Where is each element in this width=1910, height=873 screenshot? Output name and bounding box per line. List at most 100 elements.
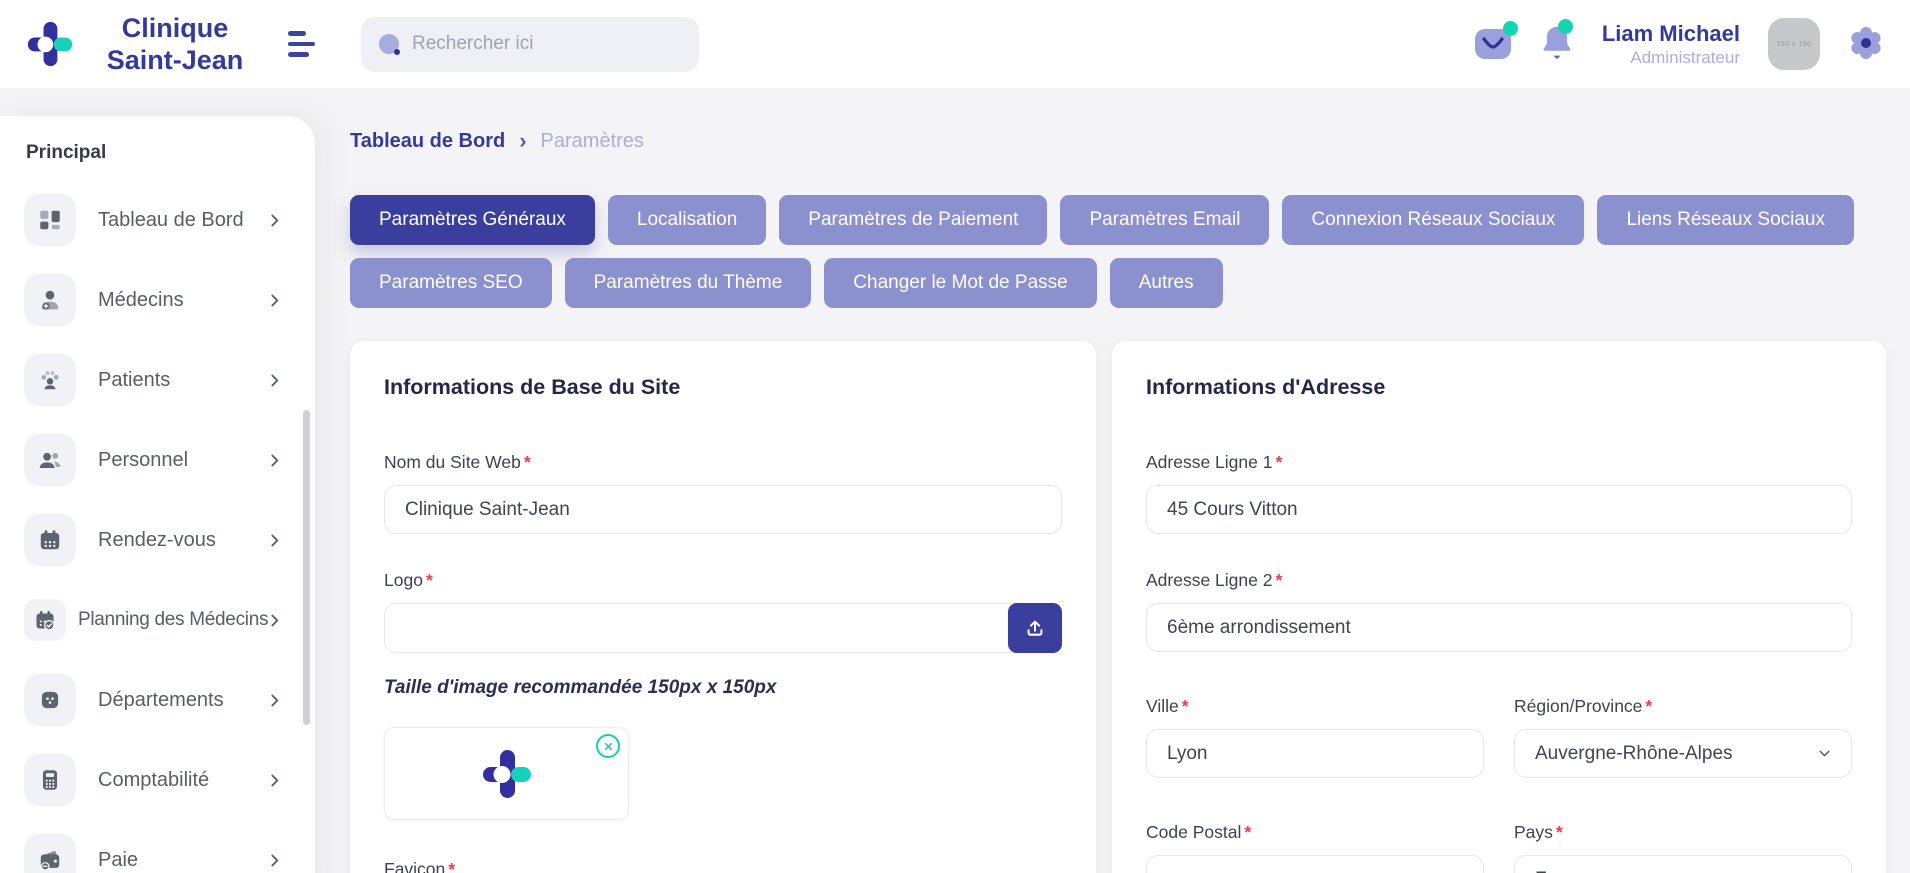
required-mark: * bbox=[1181, 696, 1189, 716]
settings-button[interactable] bbox=[1848, 25, 1884, 64]
logo-file-input[interactable] bbox=[384, 603, 1062, 653]
breadcrumb: Tableau de Bord › Paramètres bbox=[350, 126, 1886, 156]
logo-size-hint: Taille d'image recommandée 150px x 150px bbox=[384, 677, 777, 698]
remove-logo-button[interactable] bbox=[596, 734, 620, 758]
logo-field: Logo * Taille d'image recommandée 150px x… bbox=[384, 570, 1062, 820]
chevron-right-icon bbox=[266, 372, 283, 389]
tab-connexion-reseaux-sociaux[interactable]: Connexion Réseaux Sociaux bbox=[1282, 195, 1585, 245]
required-mark: * bbox=[1275, 570, 1283, 590]
address-line1-input[interactable] bbox=[1146, 485, 1852, 534]
chevron-right-icon bbox=[266, 212, 283, 229]
card-title: Informations de Base du Site bbox=[384, 375, 681, 399]
chevron-right-icon bbox=[266, 852, 283, 869]
tab-parametres-seo[interactable]: Paramètres SEO bbox=[350, 258, 552, 308]
sidebar-item-personnel[interactable]: Personnel bbox=[24, 434, 297, 486]
required-mark: * bbox=[425, 570, 433, 590]
chevron-right-icon bbox=[266, 532, 283, 549]
country-select[interactable]: France bbox=[1514, 855, 1852, 873]
country-field: Pays* France bbox=[1514, 822, 1852, 873]
tab-parametres-paiement[interactable]: Paramètres de Paiement bbox=[779, 195, 1048, 245]
site-name-field: Nom du Site Web * bbox=[384, 452, 1062, 534]
notifications-button[interactable] bbox=[1540, 18, 1574, 65]
postal-code-input[interactable] bbox=[1146, 855, 1484, 873]
patients-icon bbox=[24, 354, 76, 406]
chevron-right-icon bbox=[266, 612, 283, 629]
required-mark: * bbox=[523, 452, 531, 472]
favicon-field: Favicon * bbox=[384, 859, 1062, 873]
tab-localisation[interactable]: Localisation bbox=[607, 195, 767, 245]
doctor-icon bbox=[24, 274, 76, 326]
region-select[interactable]: Auvergne-Rhône-Alpes bbox=[1514, 729, 1852, 778]
postal-code-field: Code Postal * bbox=[1146, 822, 1484, 873]
required-mark: * bbox=[1645, 696, 1653, 716]
sidebar-item-departements[interactable]: Départements bbox=[24, 674, 297, 726]
sidebar-section-label: Principal bbox=[26, 142, 107, 163]
tab-parametres-email[interactable]: Paramètres Email bbox=[1060, 195, 1270, 245]
clinic-logo-icon bbox=[27, 21, 73, 67]
region-field: Région/Province * Auvergne-Rhône-Alpes bbox=[1514, 696, 1852, 778]
chevron-right-icon bbox=[266, 452, 283, 469]
top-header: Clinique Saint-Jean Liam Michael Adminis… bbox=[0, 0, 1910, 88]
search-box[interactable] bbox=[361, 16, 699, 72]
sidebar-item-paie[interactable]: Paie bbox=[24, 834, 297, 873]
tab-liens-reseaux-sociaux[interactable]: Liens Réseaux Sociaux bbox=[1597, 195, 1855, 245]
sidebar-scrollbar[interactable] bbox=[303, 410, 310, 725]
close-icon bbox=[604, 742, 612, 750]
avatar[interactable]: 150 x 150 bbox=[1768, 18, 1820, 70]
sidebar-item-medecins[interactable]: Médecins bbox=[24, 274, 297, 326]
brand: Clinique Saint-Jean bbox=[26, 12, 250, 77]
breadcrumb-separator-icon: › bbox=[519, 128, 527, 153]
breadcrumb-link-dashboard[interactable]: Tableau de Bord bbox=[350, 130, 505, 153]
tab-parametres-theme[interactable]: Paramètres du Thème bbox=[564, 258, 812, 308]
appointments-calendar-icon bbox=[24, 514, 76, 566]
required-mark: * bbox=[1555, 822, 1563, 842]
user-role: Administrateur bbox=[1630, 48, 1740, 68]
upload-icon bbox=[1027, 620, 1043, 636]
tab-autres[interactable]: Autres bbox=[1109, 258, 1223, 308]
payroll-wallet-icon bbox=[24, 834, 76, 873]
required-mark: * bbox=[1275, 452, 1283, 472]
sidebar-toggle-button[interactable] bbox=[288, 31, 315, 57]
brand-name: Clinique Saint-Jean bbox=[106, 12, 244, 75]
settings-tabs: Paramètres Généraux Localisation Paramèt… bbox=[350, 195, 1860, 308]
search-input[interactable] bbox=[412, 33, 681, 55]
clinic-logo-preview-image bbox=[482, 749, 531, 798]
breadcrumb-current: Paramètres bbox=[540, 129, 644, 152]
logo-upload-button[interactable] bbox=[1008, 603, 1062, 653]
chevron-right-icon bbox=[266, 292, 283, 309]
sidebar-item-comptabilite[interactable]: Comptabilité bbox=[24, 754, 297, 806]
unread-badge bbox=[1502, 20, 1518, 36]
address-line1-field: Adresse Ligne 1 * bbox=[1146, 452, 1852, 534]
logo-preview bbox=[384, 727, 629, 820]
address-line2-field: Adresse Ligne 2 * bbox=[1146, 570, 1852, 652]
chevron-right-icon bbox=[266, 772, 283, 789]
address-line2-input[interactable] bbox=[1146, 603, 1852, 652]
main-content: Tableau de Bord › Paramètres Paramètres … bbox=[315, 88, 1910, 873]
settings-gear-icon bbox=[1851, 26, 1881, 59]
sidebar-item-patients[interactable]: Patients bbox=[24, 354, 297, 406]
notification-badge bbox=[1557, 18, 1573, 34]
departments-icon bbox=[24, 674, 76, 726]
staff-icon bbox=[24, 434, 76, 486]
user-name: Liam Michael bbox=[1601, 20, 1740, 46]
sidebar-item-tableau-de-bord[interactable]: Tableau de Bord bbox=[24, 194, 297, 246]
avatar-placeholder-text: 150 x 150 bbox=[1776, 40, 1812, 48]
tab-parametres-generaux[interactable]: Paramètres Généraux bbox=[350, 195, 595, 245]
schedule-check-icon bbox=[24, 599, 66, 641]
messages-button[interactable] bbox=[1474, 20, 1518, 63]
site-info-card: Informations de Base du Site Nom du Site… bbox=[350, 341, 1096, 873]
site-name-input[interactable] bbox=[384, 485, 1062, 534]
calculator-icon bbox=[24, 754, 76, 806]
sidebar-item-planning-des-medecins[interactable]: Planning des Médecins bbox=[24, 594, 297, 646]
address-card: Informations d'Adresse Adresse Ligne 1 * … bbox=[1112, 341, 1886, 873]
sidebar-item-rendez-vous[interactable]: Rendez-vous bbox=[24, 514, 297, 566]
required-mark: * bbox=[1244, 822, 1252, 842]
required-mark: * bbox=[448, 859, 456, 873]
chevron-right-icon bbox=[266, 692, 283, 709]
city-field: Ville * bbox=[1146, 696, 1484, 778]
city-input[interactable] bbox=[1146, 729, 1484, 778]
card-title: Informations d'Adresse bbox=[1146, 375, 1386, 399]
tab-changer-mot-de-passe[interactable]: Changer le Mot de Passe bbox=[824, 258, 1097, 308]
user-info: Liam Michael Administrateur bbox=[1602, 20, 1740, 69]
search-icon bbox=[379, 34, 400, 55]
